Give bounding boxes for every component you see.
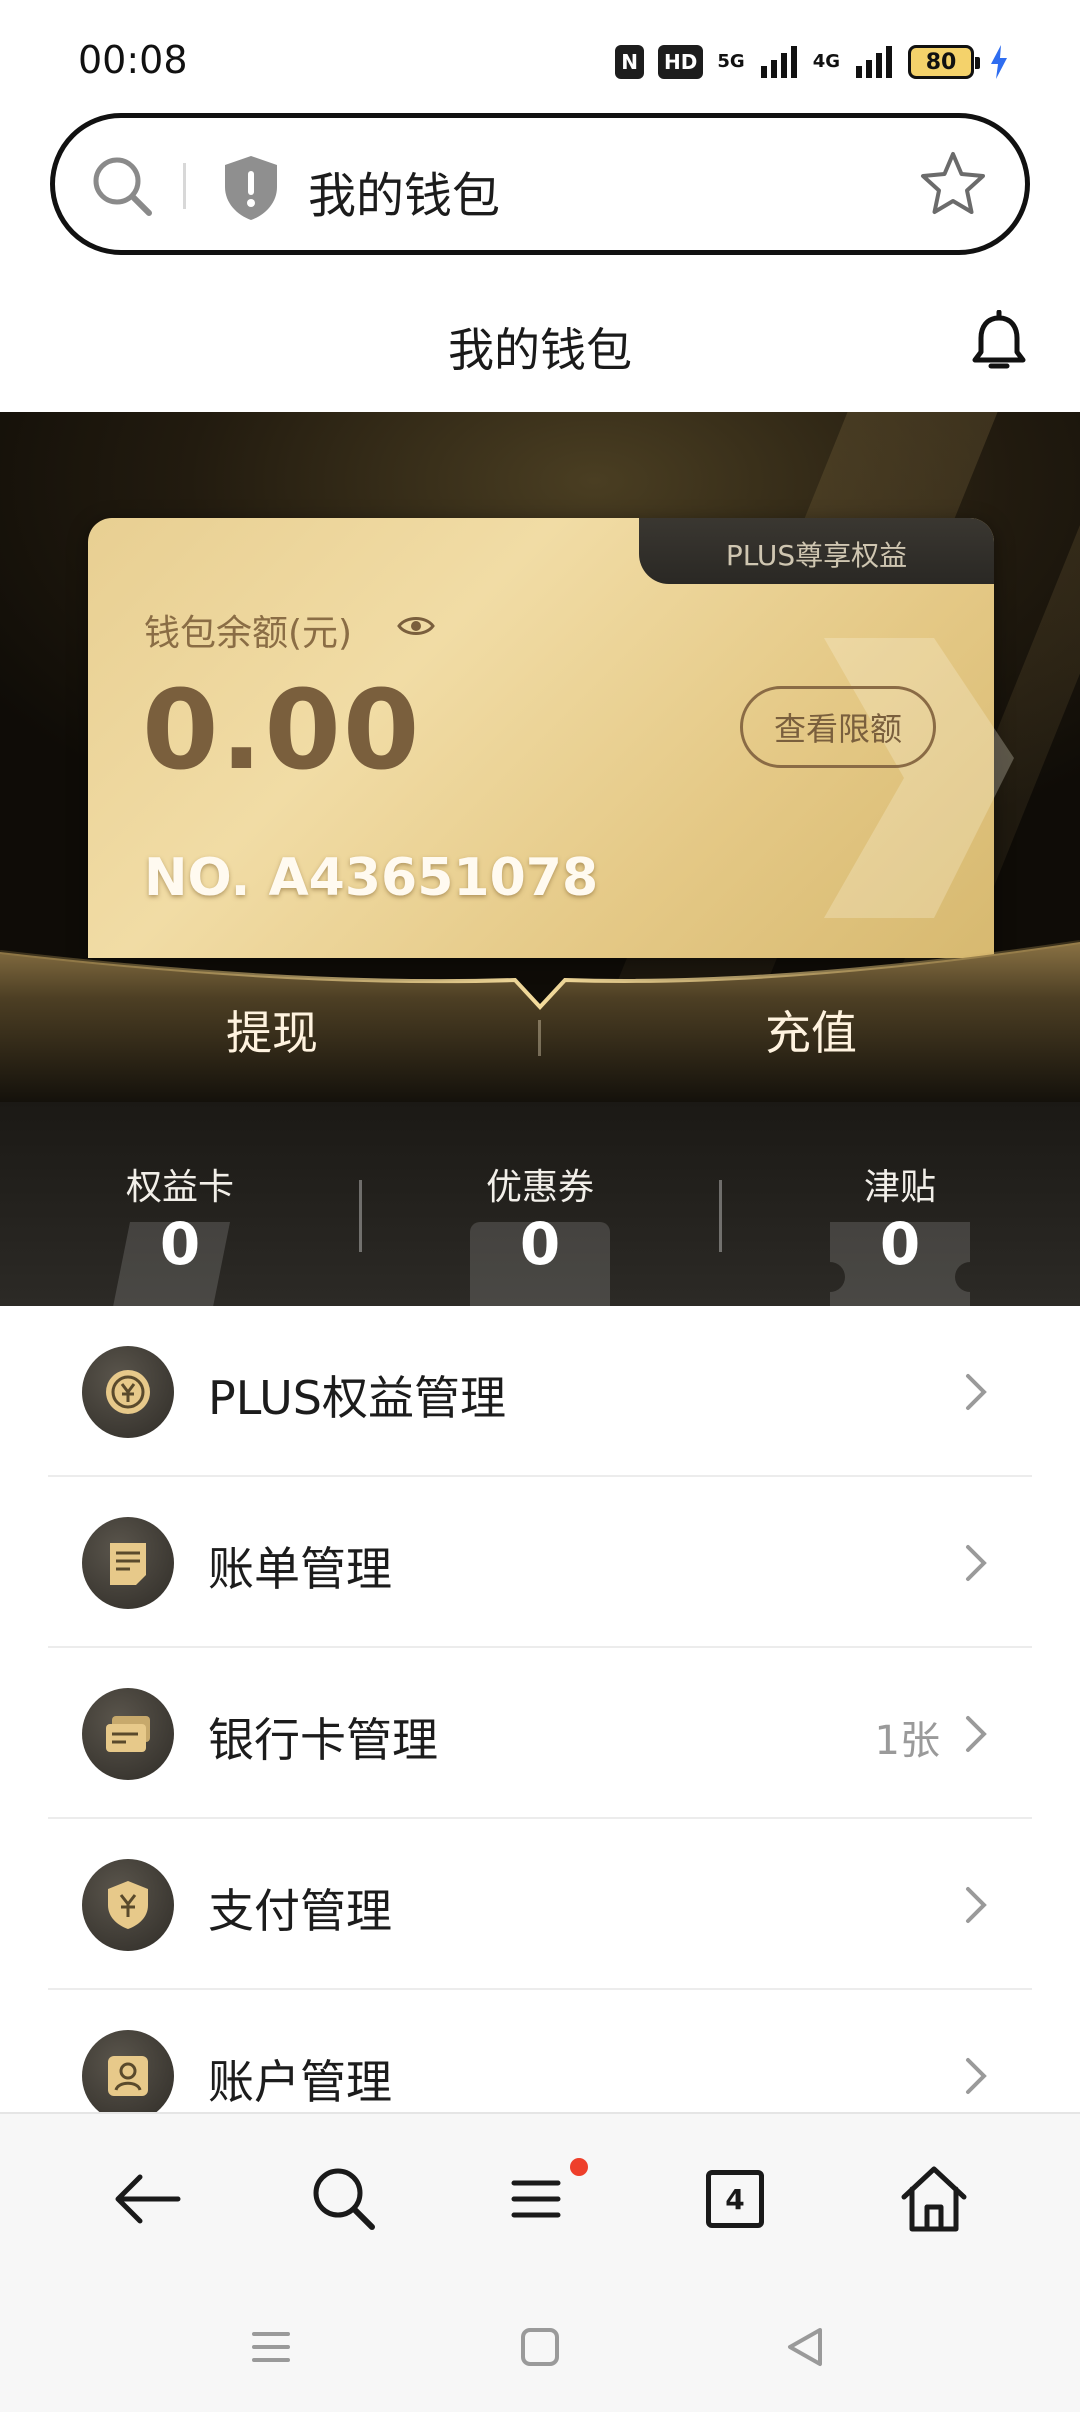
menu-label: 账单管理 [208,1542,392,1596]
menu-label: 银行卡管理 [208,1713,438,1767]
stat-label: 权益卡 [125,1167,234,1208]
shield-icon[interactable] [220,153,282,223]
tray-shape [0,940,1080,1102]
network-4g-label: 4G [812,51,840,72]
status-bar: 00:08 N HD 5G 4G 80 [0,0,1080,110]
search-icon[interactable] [304,2159,384,2239]
plus-tab[interactable]: PLUS尊享权益 [639,518,994,584]
status-icons: N HD 5G 4G 80 [615,40,1010,84]
back-icon[interactable] [108,2159,188,2239]
card-decoration-icon [824,638,1014,918]
address-title[interactable]: 我的钱包 [308,156,500,226]
chevron-right-icon [966,1887,987,1923]
withdraw-button[interactable]: 提现 [226,997,318,1063]
tabs-button[interactable]: 4 [706,2170,764,2228]
balance-label: 钱包余额(元) [144,613,353,654]
card-number: NO. A43651078 [144,848,599,908]
bank-card-count: 1张 [874,1718,940,1764]
page-title: 我的钱包 [448,323,632,377]
recharge-button[interactable]: 充值 [765,997,857,1063]
address-divider [183,163,186,209]
chevron-right-icon [966,1545,987,1581]
page-header: 我的钱包 [0,280,1080,410]
chevron-right-icon [966,1716,987,1752]
stat-allowance[interactable]: 津贴 0 [720,1102,1080,1306]
chevron-right-icon [966,2058,987,2094]
address-bar[interactable]: 我的钱包 [50,113,1030,255]
hd-icon: HD [658,45,704,79]
bell-icon[interactable] [970,310,1028,374]
balance-amount: 0.00 [142,666,422,794]
plus-benefit-icon [82,1346,174,1438]
menu-label: 账户管理 [208,2055,392,2109]
stat-value: 0 [159,1210,201,1278]
status-time: 00:08 [78,38,188,82]
system-nav-bar [0,2282,1080,2412]
account-icon [82,2030,174,2122]
wallet-hero: PLUS尊享权益 钱包余额(元) 0.00 查看限额 NO. A43651078 [0,412,1080,1102]
network-5g-label: 5G [717,51,745,72]
wallet-card: PLUS尊享权益 钱包余额(元) 0.00 查看限额 NO. A43651078 [88,518,1014,958]
menu-icon[interactable] [498,2159,578,2239]
menu-item-bank-cards[interactable]: 银行卡管理 1张 [48,1648,1032,1819]
stat-label: 优惠券 [485,1167,594,1208]
stat-coupon[interactable]: 优惠券 0 [360,1102,720,1306]
stat-value: 0 [879,1210,921,1278]
nfc-icon: N [615,45,645,79]
browser-nav-bar: 4 [0,2112,1080,2282]
search-icon[interactable] [87,151,157,221]
signal-icon-2 [856,46,892,78]
menu-item-plus[interactable]: PLUS权益管理 [48,1306,1032,1477]
tray-divider [538,1020,541,1056]
eye-icon[interactable] [396,610,436,642]
charging-icon [991,45,1007,79]
bank-card-icon [82,1688,174,1780]
battery-icon: 80 [908,45,980,79]
plus-tab-label: PLUS尊享权益 [725,539,908,572]
back-nav-icon[interactable] [780,2322,830,2372]
card-tray [0,932,1080,1102]
chevron-right-icon [966,1374,987,1410]
payment-shield-icon [82,1859,174,1951]
menu-notification-dot [570,2158,588,2176]
star-icon[interactable] [917,148,989,220]
signal-icon [760,46,797,78]
home-nav-icon[interactable] [515,2322,565,2372]
stat-benefit-card[interactable]: 权益卡 0 [0,1102,360,1306]
stat-label: 津贴 [863,1167,936,1208]
stat-value: 0 [519,1210,561,1278]
stats-row: 权益卡 0 优惠券 0 津贴 0 [0,1102,1080,1306]
menu-label: 支付管理 [208,1884,392,1938]
menu-item-bills[interactable]: 账单管理 [48,1477,1032,1648]
menu-label: PLUS权益管理 [208,1371,506,1425]
view-limit-button[interactable]: 查看限额 [740,686,936,768]
bill-icon [82,1517,174,1609]
menu-item-payment[interactable]: 支付管理 [48,1819,1032,1990]
recent-apps-icon[interactable] [246,2322,296,2372]
home-icon[interactable] [894,2159,974,2239]
